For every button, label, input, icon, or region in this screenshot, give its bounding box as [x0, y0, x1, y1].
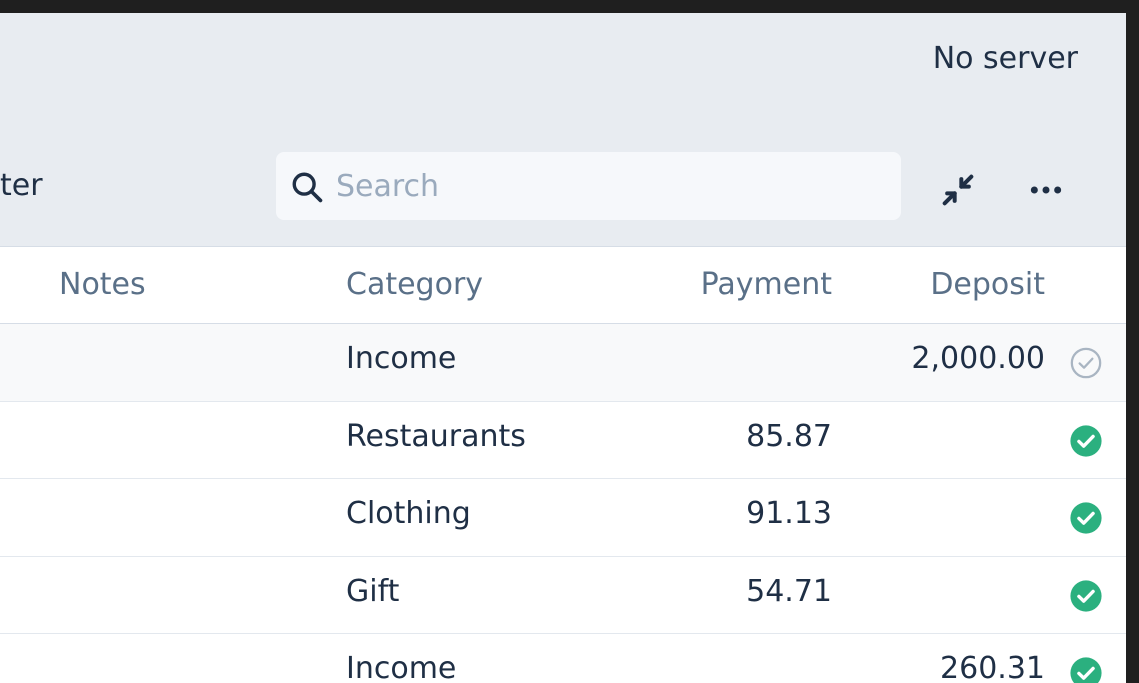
table-row[interactable]: Income 2,000.00	[0, 324, 1126, 402]
table-row[interactable]: Restaurants 85.87	[0, 401, 1126, 479]
column-header-notes[interactable]: Notes	[59, 267, 146, 302]
table-row[interactable]: Income 260.31	[0, 634, 1126, 683]
transactions-table: Notes Category Payment Deposit Income 2,…	[0, 246, 1126, 683]
more-horizontal-icon	[1030, 186, 1062, 194]
window-right-edge	[1126, 13, 1139, 683]
filter-button-label[interactable]: ter	[0, 168, 43, 203]
category-cell[interactable]: Clothing	[346, 496, 471, 531]
server-status[interactable]: No server	[933, 41, 1078, 76]
check-circle-outline-icon[interactable]	[1069, 346, 1103, 380]
column-header-deposit[interactable]: Deposit	[930, 267, 1045, 302]
table-row[interactable]: Gift 54.71	[0, 556, 1126, 634]
deposit-cell[interactable]: 260.31	[940, 651, 1045, 683]
check-circle-icon[interactable]	[1069, 501, 1103, 535]
check-circle-icon[interactable]	[1069, 579, 1103, 613]
payment-cell[interactable]: 54.71	[746, 574, 832, 609]
search-input[interactable]	[336, 152, 886, 220]
deposit-cell[interactable]: 2,000.00	[911, 341, 1045, 376]
payment-cell[interactable]: 91.13	[746, 496, 832, 531]
table-row[interactable]: Clothing 91.13	[0, 479, 1126, 557]
collapse-button[interactable]	[934, 166, 982, 214]
app-window: No server ter Notes Category Payment Dep…	[0, 13, 1126, 683]
table-header-row: Notes Category Payment Deposit	[0, 247, 1126, 324]
more-options-button[interactable]	[1022, 166, 1070, 214]
category-cell[interactable]: Gift	[346, 574, 399, 609]
window-top-bar	[0, 0, 1139, 13]
category-cell[interactable]: Income	[346, 341, 456, 376]
collapse-arrows-icon	[942, 174, 974, 206]
search-icon	[292, 172, 323, 203]
category-cell[interactable]: Restaurants	[346, 419, 526, 454]
search-box[interactable]	[276, 152, 901, 220]
column-header-payment[interactable]: Payment	[701, 267, 832, 302]
category-cell[interactable]: Income	[346, 651, 456, 683]
column-header-category[interactable]: Category	[346, 267, 483, 302]
check-circle-icon[interactable]	[1069, 656, 1103, 683]
table-body: Income 2,000.00 Restaurants 85.87 Clothi	[0, 324, 1126, 683]
check-circle-icon[interactable]	[1069, 424, 1103, 458]
payment-cell[interactable]: 85.87	[746, 419, 832, 454]
